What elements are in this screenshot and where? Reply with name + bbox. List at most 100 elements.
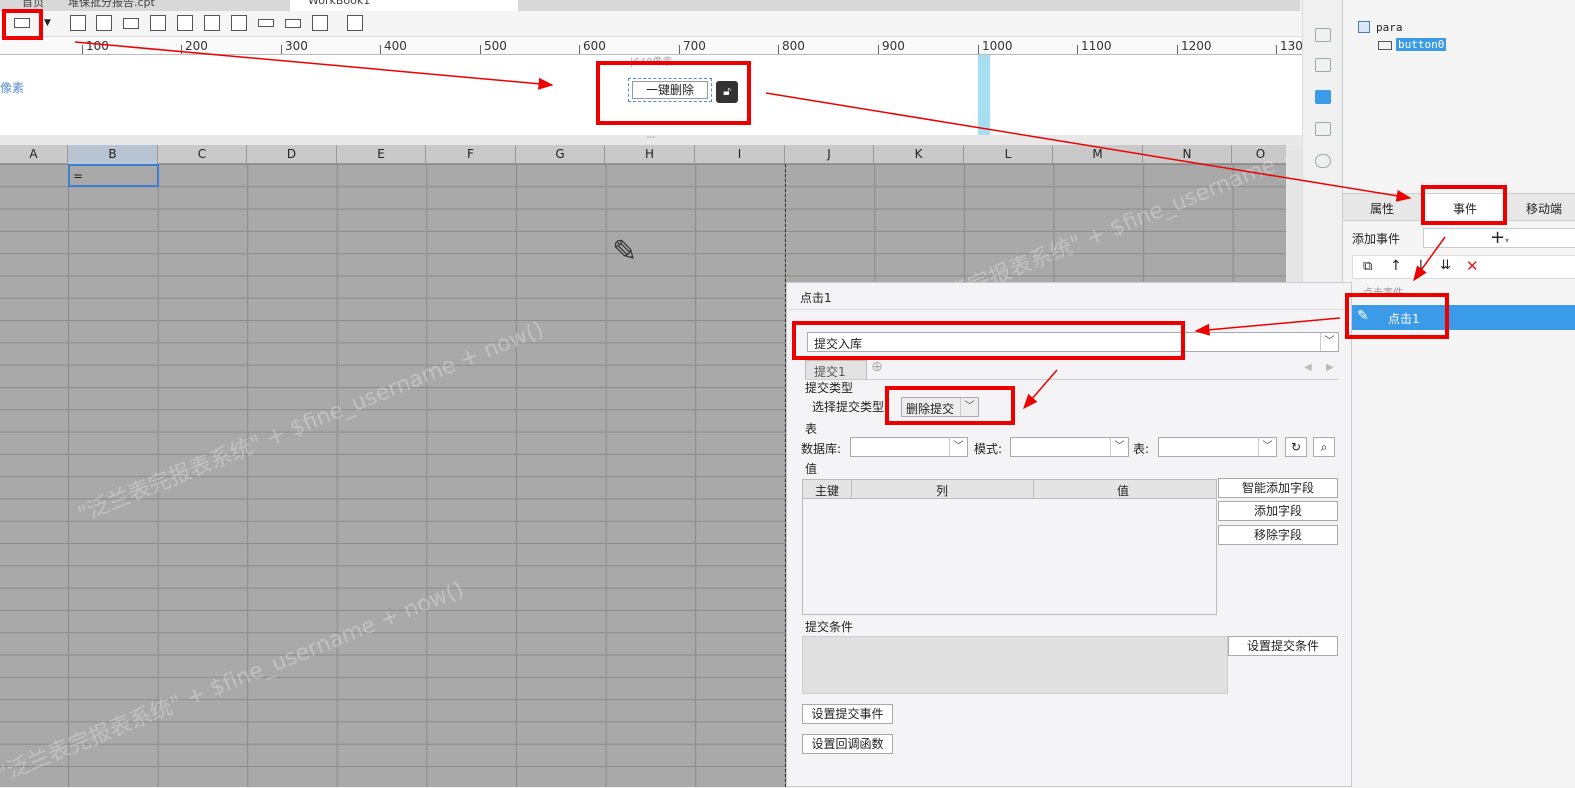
move-down-icon[interactable]: ↓ — [1415, 258, 1427, 274]
dropdown-widget-icon[interactable]: ▼ — [44, 15, 60, 31]
tree-widget-icon[interactable] — [312, 15, 328, 31]
panel-tabs: 属性 事件 移动端 — [1343, 193, 1575, 221]
layout-icon[interactable] — [1315, 58, 1331, 72]
column-header-h[interactable]: H — [605, 145, 695, 164]
parameter-panel[interactable]: 像素 |648像素 一键删除 🔓︎ — [0, 55, 1302, 135]
table-select[interactable]: ﹀ — [1158, 437, 1277, 457]
event-edit-dialog: 点击1 提交入库 ﹀ 提交1 ⊕ ◀ ▶ 提交类型 选择提交类型 删除提交 ﹀ … — [786, 282, 1352, 787]
column-header: A B C D E F G H I J K L M N O — [0, 145, 1290, 164]
column-header-d[interactable]: D — [247, 145, 337, 164]
column-header-e[interactable]: E — [337, 145, 426, 164]
checkbox-widget-icon[interactable] — [285, 19, 301, 28]
tab-events[interactable]: 事件 — [1425, 194, 1507, 221]
set-condition-button[interactable]: 设置提交条件 — [1228, 636, 1338, 656]
move-up-icon[interactable]: ↑ — [1390, 258, 1402, 274]
event-item-click1[interactable]: ✎ 点击1 — [1352, 305, 1575, 330]
chevron-down-icon: ﹀ — [1258, 438, 1276, 456]
scroll-right-icon[interactable]: ▶ — [1326, 362, 1334, 373]
column-header-k[interactable]: K — [874, 145, 964, 164]
tab-workbook1[interactable]: WorkBook1 — [290, 0, 518, 11]
copy-icon[interactable]: ⧉ — [1363, 259, 1372, 274]
unlock-icon[interactable]: 🔓︎ — [716, 81, 738, 103]
section-submit-type: 提交类型 — [805, 381, 854, 395]
database-select[interactable]: ﹀ — [850, 437, 968, 457]
ruler-tick: 1200 — [1181, 39, 1212, 53]
event-item-label: 点击1 — [1388, 312, 1420, 326]
smart-add-fields-button[interactable]: 智能添加字段 — [1218, 478, 1338, 498]
table-header-row: 主键 列 值 — [803, 480, 1216, 499]
section-value: 值 — [805, 462, 818, 476]
para-icon — [1358, 21, 1370, 33]
column-header-j[interactable]: J — [785, 145, 874, 164]
column-header-b[interactable]: B — [68, 145, 158, 164]
field-mapping-table[interactable]: 主键 列 值 — [802, 479, 1217, 615]
tab-mobile[interactable]: 移动端 — [1526, 200, 1562, 217]
layers-icon[interactable] — [1315, 122, 1331, 136]
checkbox-group-icon[interactable] — [204, 15, 220, 31]
set-submit-event-button[interactable]: 设置提交事件 — [802, 704, 893, 724]
column-header-m[interactable]: M — [1053, 145, 1143, 164]
schema-select[interactable]: ﹀ — [1010, 437, 1129, 457]
button-label: 一键删除 — [632, 81, 708, 99]
text-widget-icon[interactable] — [70, 15, 86, 31]
column-header-l[interactable]: L — [964, 145, 1053, 164]
chevron-down-icon: ﹀ — [1110, 438, 1128, 456]
tab-properties[interactable]: 属性 — [1370, 200, 1394, 217]
column-header-c[interactable]: C — [158, 145, 247, 164]
widget-settings-icon[interactable] — [1315, 28, 1331, 42]
add-event-button[interactable]: +▾ — [1423, 228, 1575, 248]
table-label: 表: — [1133, 442, 1150, 456]
number-widget-icon[interactable] — [123, 18, 139, 29]
link-icon[interactable] — [1315, 154, 1331, 168]
edit-pencil-icon: ✎ — [1357, 308, 1369, 324]
tab-report[interactable]: 堆保批分报告.cpt — [50, 0, 155, 11]
column-header-a[interactable]: A — [0, 145, 68, 164]
tree-node-button0[interactable]: button0 — [1396, 38, 1447, 51]
condition-area[interactable] — [802, 636, 1228, 694]
radio-group-icon[interactable] — [177, 15, 193, 31]
textarea-widget-icon[interactable] — [150, 15, 166, 31]
select-type-label: 选择提交类型 — [812, 400, 885, 414]
add-tab-icon[interactable]: ⊕ — [871, 359, 883, 375]
ruler-tick: 600 — [583, 39, 606, 53]
button-widget-icon[interactable] — [14, 18, 30, 28]
tree-root-para[interactable]: para — [1376, 21, 1403, 34]
tab-bar: 首页 堆保批分报告.cpt WorkBook1 — [0, 0, 1300, 11]
delete-icon[interactable]: ✕ — [1466, 257, 1479, 275]
set-callback-button[interactable]: 设置回调函数 — [802, 734, 893, 754]
selected-cell-b1[interactable]: = — [68, 164, 159, 187]
label-widget-icon[interactable] — [231, 15, 247, 31]
column-header-i[interactable]: I — [695, 145, 785, 164]
refresh-icon[interactable]: ↻ — [1285, 437, 1307, 457]
column-header-o[interactable]: O — [1232, 145, 1290, 164]
header-primary-key: 主键 — [815, 484, 840, 498]
pencil-icon: ✎ — [612, 234, 638, 269]
tab-submit1[interactable]: 提交1 — [805, 360, 867, 379]
widget-properties-icon[interactable] — [1315, 90, 1331, 104]
move-bottom-icon[interactable]: ⇊ — [1440, 258, 1451, 273]
submit-type-select[interactable]: 删除提交 ﹀ — [901, 397, 979, 417]
section-table: 表 — [805, 422, 818, 436]
button-tree-icon — [1378, 41, 1392, 50]
cell-b1-value: = — [73, 169, 84, 183]
preview-icon[interactable]: ⌕ — [1313, 437, 1335, 457]
ruler-tick: 200 — [185, 39, 208, 53]
column-header-f[interactable]: F — [426, 145, 516, 164]
password-widget-icon[interactable] — [258, 19, 274, 27]
ruler-tick: 100 — [86, 39, 109, 53]
remove-field-button[interactable]: 移除字段 — [1218, 525, 1338, 545]
column-header-n[interactable]: N — [1143, 145, 1232, 164]
scroll-left-icon[interactable]: ◀ — [1304, 362, 1312, 373]
more-widgets-icon[interactable] — [347, 15, 363, 31]
header-column: 列 — [936, 484, 949, 498]
date-widget-icon[interactable] — [96, 15, 112, 31]
param-resize-handle[interactable]: ⋯ — [0, 134, 1302, 145]
ruler-tick: 1100 — [1081, 39, 1112, 53]
action-type-select[interactable]: 提交入库 ﹀ — [807, 332, 1339, 352]
add-field-button[interactable]: 添加字段 — [1218, 501, 1338, 521]
delete-all-button[interactable]: 一键删除 — [628, 78, 712, 102]
tab-submit1-label: 提交1 — [814, 365, 846, 379]
column-header-g[interactable]: G — [516, 145, 605, 164]
widget-toolbar: ▼ — [0, 11, 1302, 37]
tab-home[interactable]: 首页 — [4, 0, 44, 11]
